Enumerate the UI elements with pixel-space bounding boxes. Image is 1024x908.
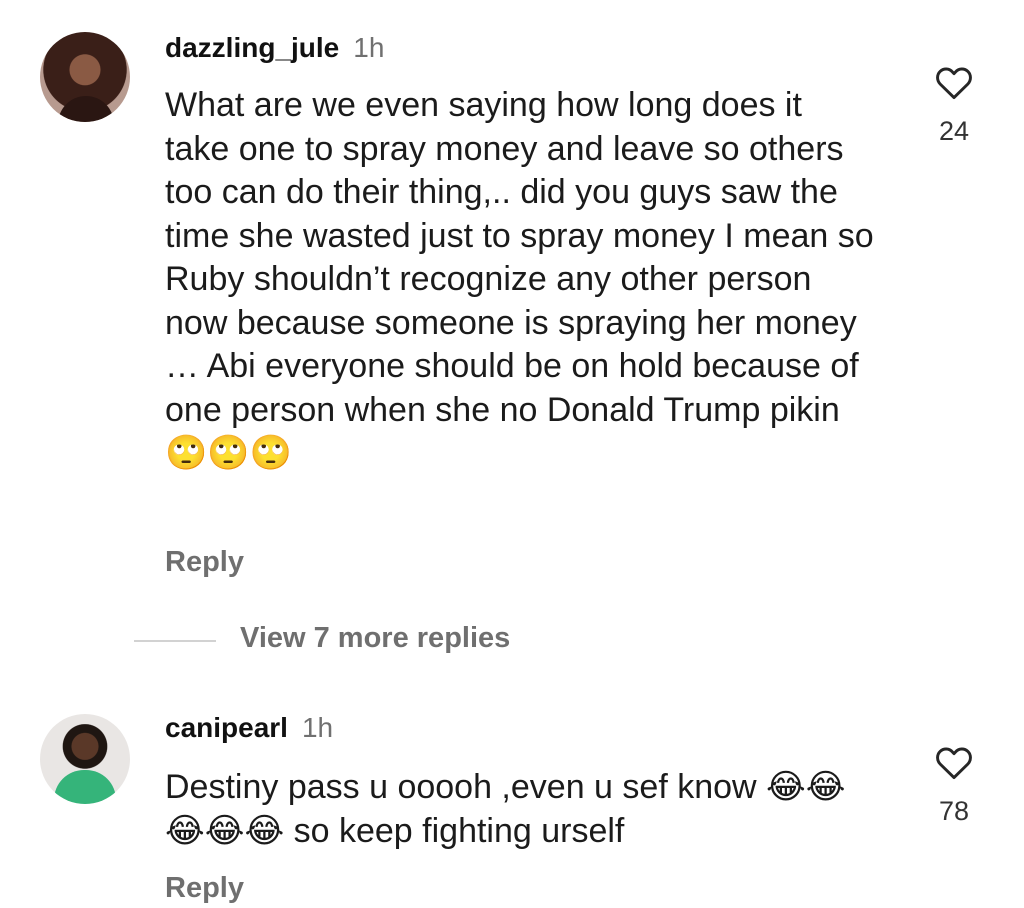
heart-outline-icon[interactable] [934, 64, 974, 100]
comment-text: Destiny pass u ooooh ,even u sef know 😂😂… [165, 768, 846, 850]
reply-button[interactable]: Reply [165, 546, 244, 579]
reply-button[interactable]: Reply [165, 872, 244, 905]
timestamp: 1h [353, 32, 385, 63]
like-count: 24 [938, 116, 970, 146]
username[interactable]: dazzling_jule [165, 32, 339, 63]
view-more-replies[interactable]: View 7 more replies [0, 622, 1024, 662]
avatar[interactable] [40, 32, 130, 122]
divider [134, 640, 216, 642]
view-more-replies-label[interactable]: View 7 more replies [240, 622, 510, 655]
comment-meta: dazzling_jule 1h [165, 32, 384, 64]
timestamp: 1h [301, 712, 334, 743]
like-button[interactable]: 24 [926, 64, 982, 147]
comment-text: What are we even saying how long does it… [165, 86, 874, 472]
username[interactable]: canipearl [165, 712, 288, 743]
heart-outline-icon[interactable] [934, 744, 974, 780]
like-button[interactable]: 78 [926, 744, 982, 827]
avatar[interactable] [40, 714, 130, 804]
comment-meta: canipearl 1h [165, 712, 333, 744]
like-count: 78 [938, 796, 970, 826]
